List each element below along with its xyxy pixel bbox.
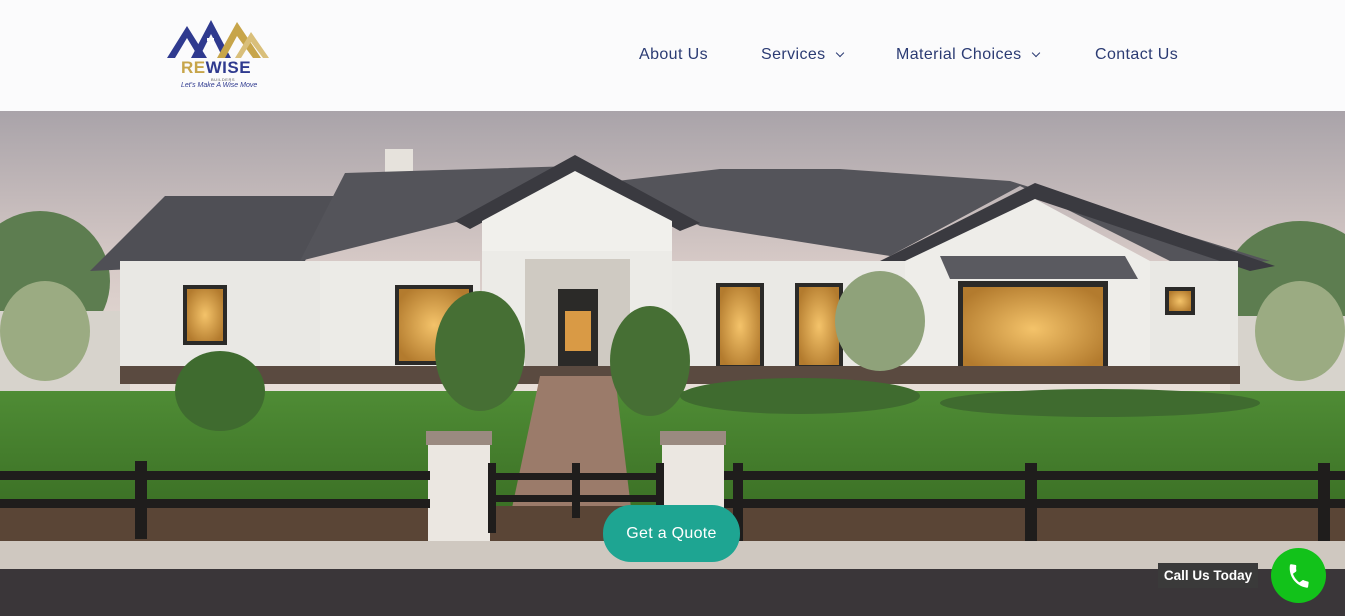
nav-services[interactable]: Services bbox=[761, 44, 844, 66]
nav-label: About Us bbox=[639, 46, 709, 63]
nav-material-choices[interactable]: Material Choices bbox=[896, 44, 1040, 66]
call-button[interactable] bbox=[1271, 548, 1326, 603]
phone-icon bbox=[1289, 563, 1309, 588]
nav-label: Services bbox=[761, 46, 826, 63]
hero-section: Get a Quote bbox=[0, 111, 1345, 616]
logo-tagline: Let's Make A Wise Move bbox=[181, 82, 258, 89]
chevron-down-icon bbox=[1031, 48, 1040, 58]
get-a-quote-button[interactable]: Get a Quote bbox=[603, 505, 740, 562]
site-header: REWISE BUILDERS Let's Make A Wise Move A… bbox=[0, 0, 1345, 111]
nav-about-us[interactable]: About Us bbox=[639, 44, 708, 66]
logo-word-wise: WISE bbox=[205, 58, 252, 77]
logo-word-re: RE bbox=[181, 58, 206, 77]
nav-label: Contact Us bbox=[1095, 46, 1179, 63]
roof-logo-icon bbox=[167, 20, 269, 58]
chevron-down-icon bbox=[835, 48, 844, 58]
site-logo[interactable]: REWISE BUILDERS Let's Make A Wise Move bbox=[167, 18, 271, 94]
call-us-today-label[interactable]: Call Us Today bbox=[1158, 563, 1258, 588]
logo-wordmark: REWISE bbox=[181, 58, 251, 78]
nav-contact-us[interactable]: Contact Us bbox=[1095, 44, 1178, 66]
nav-label: Material Choices bbox=[896, 46, 1022, 63]
